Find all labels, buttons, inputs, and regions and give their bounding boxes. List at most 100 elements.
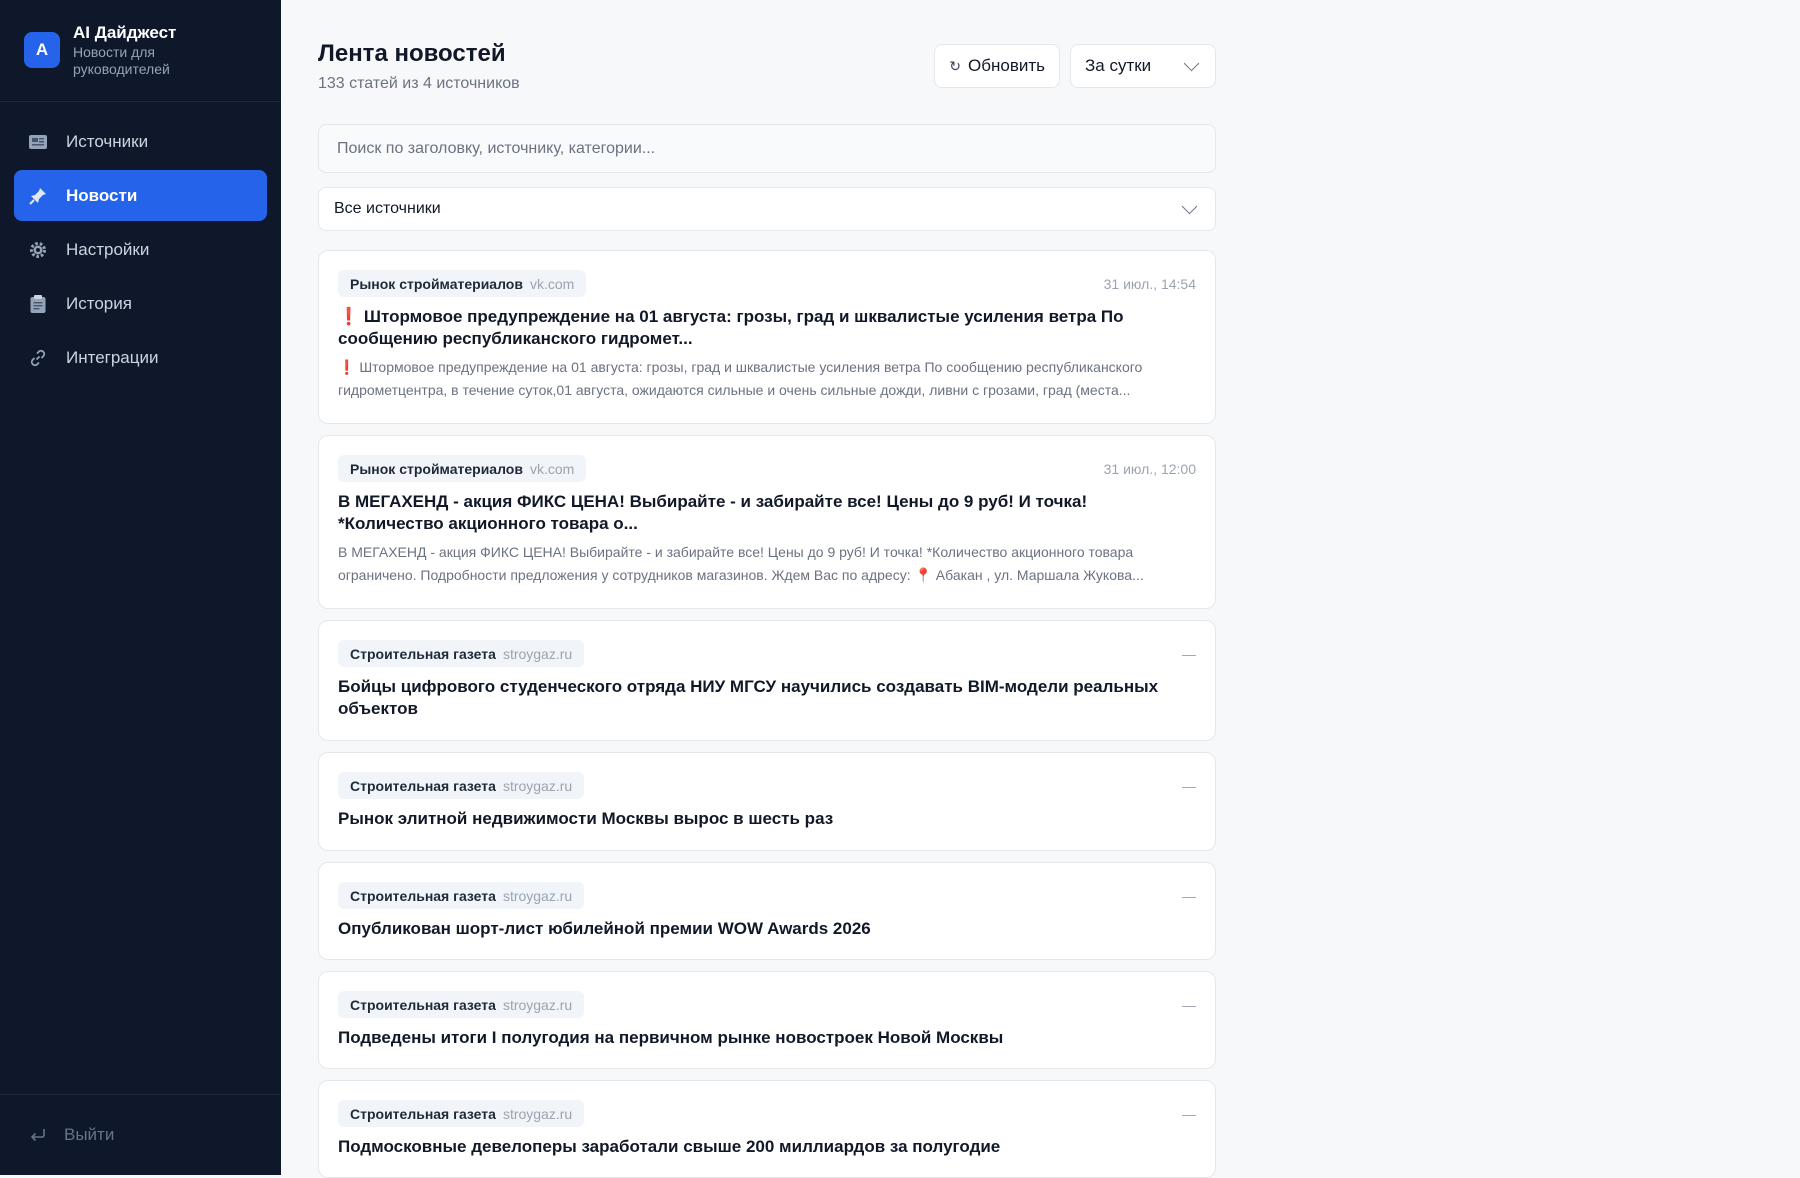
main-content: Лента новостей 133 статей из 4 источнико… (281, 0, 1800, 1178)
page-subtitle: 133 статей из 4 источников (318, 75, 520, 92)
sidebar-item-label: Настройки (66, 239, 150, 259)
page-heading: Лента новостей 133 статей из 4 источнико… (318, 38, 520, 93)
source-domain: vk.com (529, 460, 575, 477)
news-card-header: Строительная газета stroygaz.ru — (338, 772, 1196, 799)
refresh-button[interactable]: ↻ Обновить (934, 44, 1060, 88)
content-column: Лента новостей 133 статей из 4 источнико… (318, 0, 1216, 1178)
news-card-header: Рынок стройматериалов vk.com 31 июл., 12… (338, 455, 1196, 482)
source-filter-select[interactable]: Все источники (318, 187, 1216, 231)
article-title[interactable]: ❗ Штормовое предупреждение на 01 августа… (338, 306, 1196, 350)
article-title[interactable]: Рынок элитной недвижимости Москвы вырос … (338, 808, 1196, 830)
sidebar-item-history[interactable]: История (14, 278, 267, 329)
article-title[interactable]: Подмосковные девелоперы заработали свыше… (338, 1136, 1196, 1158)
sidebar-item-sources[interactable]: Источники (14, 116, 267, 167)
article-title[interactable]: Бойцы цифрового студенческого отряда НИУ… (338, 676, 1196, 720)
article-snippet-text: Штормовое предупреждение на 01 августа: … (338, 359, 1143, 398)
source-filter-value: Все источники (334, 200, 441, 217)
news-card[interactable]: Рынок стройматериалов vk.com 31 июл., 12… (318, 435, 1216, 609)
exclamation-icon: ❗ (338, 307, 360, 326)
article-date: — (1182, 1105, 1196, 1122)
pushpin-icon (28, 186, 48, 206)
source-badge: Строительная газета stroygaz.ru (338, 1100, 585, 1127)
sidebar-nav: Источники Новости Настройки История Инте… (0, 102, 281, 383)
article-date: — (1182, 996, 1196, 1013)
logout-button[interactable]: Выйти (0, 1094, 281, 1175)
article-title-text: Штормовое предупреждение на 01 августа: … (338, 307, 1124, 348)
source-badge: Строительная газета stroygaz.ru (338, 640, 585, 667)
article-date: 31 июл., 12:00 (1103, 460, 1196, 477)
sidebar-item-label: Интеграции (66, 347, 159, 367)
source-domain: stroygaz.ru (502, 1105, 573, 1122)
source-domain: vk.com (529, 275, 575, 292)
return-arrow-icon (28, 1125, 48, 1145)
news-card-header: Строительная газета stroygaz.ru — (338, 991, 1196, 1018)
search-field[interactable] (318, 124, 1216, 173)
news-card[interactable]: Строительная газета stroygaz.ru — Подмос… (318, 1080, 1216, 1178)
brand-text: AI Дайджест Новости для руководителей (73, 22, 193, 78)
logout-label: Выйти (64, 1125, 115, 1144)
news-card-header: Строительная газета stroygaz.ru — (338, 1100, 1196, 1127)
sidebar: A AI Дайджест Новости для руководителей … (0, 0, 281, 1175)
article-title[interactable]: Опубликован шорт-лист юбилейной премии W… (338, 918, 1196, 940)
page-title: Лента новостей (318, 40, 506, 67)
period-select-value: За сутки (1085, 56, 1152, 75)
article-date: — (1182, 777, 1196, 794)
source-name: Строительная газета (350, 887, 496, 904)
source-badge: Рынок стройматериалов vk.com (338, 455, 587, 482)
news-card-header: Рынок стройматериалов vk.com 31 июл., 14… (338, 270, 1196, 297)
clipboard-icon (28, 294, 48, 314)
news-card-header: Строительная газета stroygaz.ru — (338, 640, 1196, 667)
page-header: Лента новостей 133 статей из 4 источнико… (318, 0, 1216, 92)
news-card[interactable]: Строительная газета stroygaz.ru — Рынок … (318, 752, 1216, 851)
article-snippet: В МЕГАХЕНД - акция ФИКС ЦЕНА! Выбирайте … (338, 541, 1196, 587)
source-badge: Рынок стройматериалов vk.com (338, 270, 587, 297)
brand: A AI Дайджест Новости для руководителей (0, 0, 281, 102)
sidebar-item-news[interactable]: Новости (14, 170, 267, 221)
source-name: Строительная газета (350, 996, 496, 1013)
header-actions: ↻ Обновить За сутки (934, 44, 1216, 88)
article-snippet-text: Абакан , ул. Маршала Жукова... (931, 567, 1144, 583)
news-card[interactable]: Строительная газета stroygaz.ru — Подвед… (318, 971, 1216, 1069)
news-card[interactable]: Строительная газета stroygaz.ru — Бойцы … (318, 620, 1216, 741)
source-domain: stroygaz.ru (502, 887, 573, 904)
source-domain: stroygaz.ru (502, 645, 573, 662)
article-snippet: ❗ Штормовое предупреждение на 01 августа… (338, 356, 1196, 402)
refresh-icon: ↻ (949, 57, 962, 74)
link-icon (28, 348, 48, 368)
source-badge: Строительная газета stroygaz.ru (338, 772, 585, 799)
source-name: Рынок стройматериалов (350, 460, 523, 477)
brand-title: AI Дайджест (73, 23, 177, 42)
period-select[interactable]: За сутки (1070, 44, 1216, 88)
exclamation-icon: ❗ (338, 359, 356, 375)
gear-icon (28, 240, 48, 260)
article-title[interactable]: Подведены итоги I полугодия на первичном… (338, 1027, 1196, 1049)
refresh-label: Обновить (968, 56, 1045, 75)
sidebar-item-label: Новости (66, 185, 138, 205)
article-title[interactable]: В МЕГАХЕНД - акция ФИКС ЦЕНА! Выбирайте … (338, 491, 1196, 535)
brand-logo: A (24, 32, 60, 68)
source-name: Строительная газета (350, 1105, 496, 1122)
source-name: Строительная газета (350, 645, 496, 662)
source-badge: Строительная газета stroygaz.ru (338, 882, 585, 909)
news-card[interactable]: Строительная газета stroygaz.ru — Опубли… (318, 862, 1216, 960)
source-badge: Строительная газета stroygaz.ru (338, 991, 585, 1018)
news-list: Рынок стройматериалов vk.com 31 июл., 14… (318, 250, 1216, 1178)
news-card-header: Строительная газета stroygaz.ru — (338, 882, 1196, 909)
article-date: 31 июл., 14:54 (1103, 275, 1196, 292)
source-name: Строительная газета (350, 777, 496, 794)
brand-subtitle: Новости для руководителей (73, 44, 170, 77)
sidebar-item-label: Источники (66, 131, 149, 151)
source-domain: stroygaz.ru (502, 996, 573, 1013)
chevron-down-icon (1183, 55, 1200, 72)
chevron-down-icon (1181, 198, 1198, 215)
news-card[interactable]: Рынок стройматериалов vk.com 31 июл., 14… (318, 250, 1216, 424)
source-name: Рынок стройматериалов (350, 275, 523, 292)
search-input[interactable] (337, 139, 1197, 158)
sidebar-item-integrations[interactable]: Интеграции (14, 332, 267, 383)
sidebar-item-label: История (66, 293, 132, 313)
location-pin-icon: 📍 (914, 567, 932, 583)
newspaper-icon (28, 132, 48, 152)
article-date: — (1182, 645, 1196, 662)
sidebar-item-settings[interactable]: Настройки (14, 224, 267, 275)
article-date: — (1182, 887, 1196, 904)
